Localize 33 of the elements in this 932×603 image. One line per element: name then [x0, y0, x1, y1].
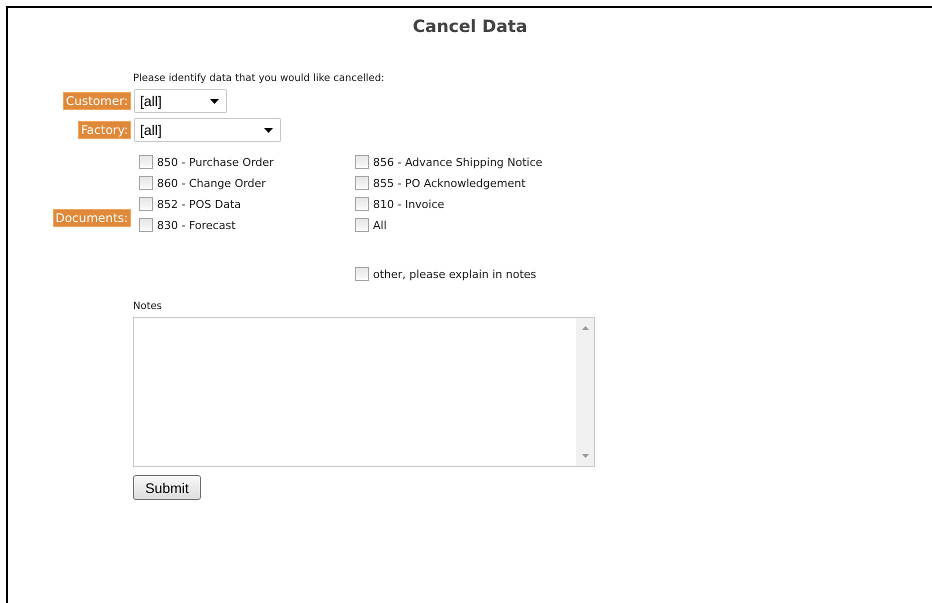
checkbox-label: other, please explain in notes [373, 268, 536, 280]
checkbox[interactable] [355, 218, 369, 232]
submit-button[interactable]: Submit [133, 475, 201, 500]
checkbox-label: 855 - PO Acknowledgement [373, 176, 526, 190]
instruction-text: Please identify data that you would like cancelled: [133, 73, 384, 84]
notes-textarea[interactable] [133, 317, 595, 467]
dropdown-arrow-icon [264, 128, 273, 132]
checkbox[interactable] [139, 218, 153, 232]
scroll-up-icon[interactable] [582, 326, 588, 330]
checkbox[interactable] [355, 267, 369, 281]
checkbox-label: All [373, 218, 387, 232]
checkbox[interactable] [355, 176, 369, 190]
factory-label: Factory: [78, 121, 131, 139]
checkbox[interactable] [355, 155, 369, 169]
checkbox-label: 810 - Invoice [373, 198, 444, 210]
dropdown-arrow-icon [210, 98, 219, 104]
page-title: Cancel Data [412, 17, 528, 37]
checkbox[interactable] [139, 197, 153, 211]
customer-select[interactable]: [all] [134, 89, 227, 113]
checkbox-label: 830 - Forecast [157, 218, 236, 232]
checkbox-label: 860 - Change Order [157, 176, 266, 190]
checkbox[interactable] [139, 176, 153, 190]
checkbox-label: 856 - Advance Shipping Notice [373, 156, 542, 168]
checkbox[interactable] [355, 197, 369, 211]
notes-label: Notes [133, 301, 162, 312]
documents-label: Documents: [52, 209, 131, 227]
scrollbar[interactable] [576, 318, 594, 466]
customer-label: Customer: [62, 92, 131, 110]
checkbox[interactable] [139, 155, 153, 169]
checkbox-label: 852 - POS Data [157, 198, 241, 210]
factory-select[interactable]: [all] [134, 118, 281, 142]
scroll-down-icon[interactable] [582, 454, 588, 458]
checkbox-label: 850 - Purchase Order [157, 156, 274, 168]
